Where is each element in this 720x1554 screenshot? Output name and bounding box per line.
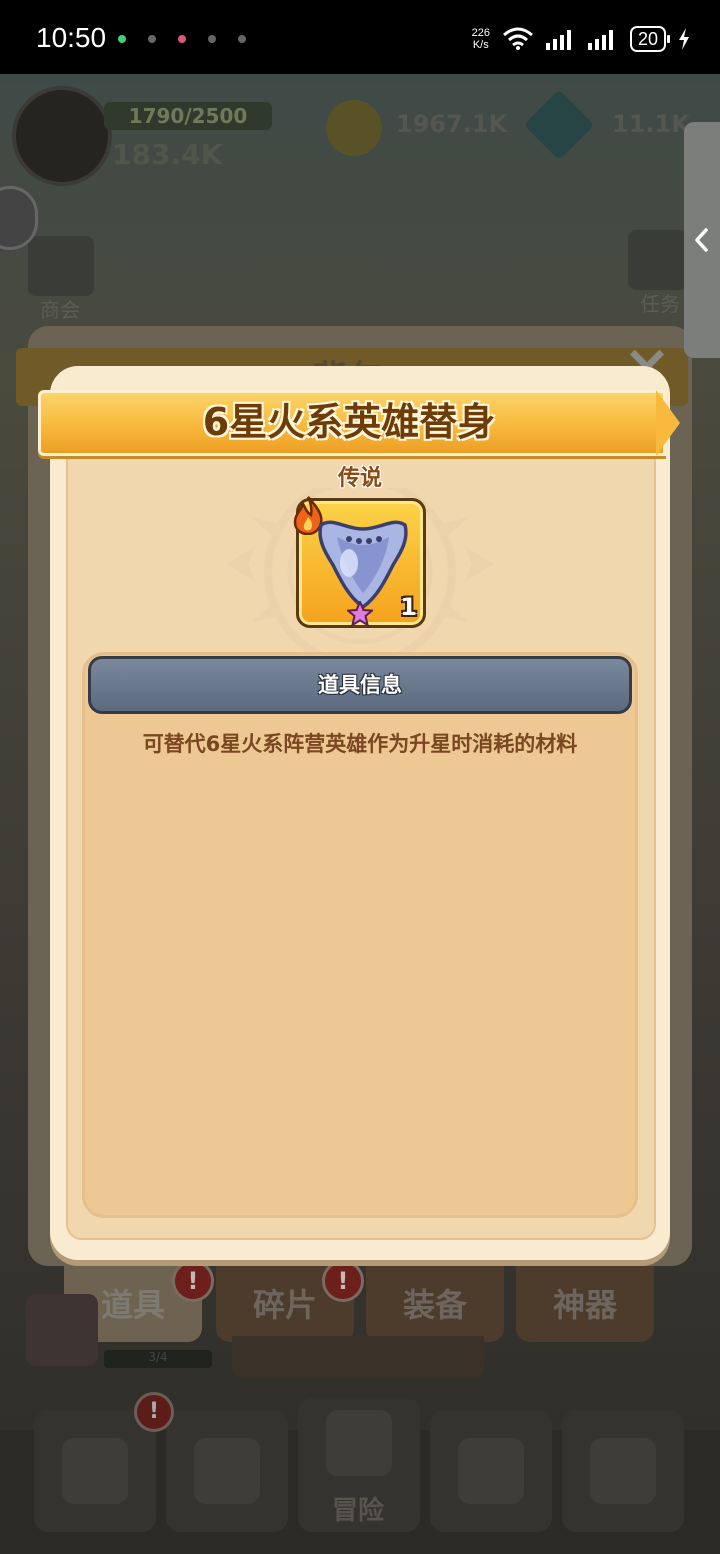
- signal-icon: [587, 30, 613, 50]
- bag-strip: [232, 1336, 484, 1378]
- notification-icons: [118, 35, 246, 43]
- tab-items-label: 道具: [100, 1286, 165, 1324]
- charging-icon: [679, 28, 689, 50]
- bag-item-slot[interactable]: [26, 1294, 98, 1366]
- network-speed-value: 226: [471, 27, 490, 39]
- status-indicators: 226 K/s 20: [472, 26, 690, 52]
- player-avatar[interactable]: [12, 86, 112, 186]
- signal-icon: [545, 30, 571, 50]
- power-value: 183.4K: [112, 138, 223, 171]
- network-speed-unit: K/s: [472, 39, 489, 51]
- coin-value: 1967.1K: [396, 110, 508, 138]
- tab-artifacts[interactable]: 神器: [516, 1266, 654, 1342]
- status-bar: 10:50 226 K/s 20: [0, 0, 720, 74]
- item-description: 可替代6星火系阵营英雄作为升星时消耗的材料: [142, 732, 578, 756]
- notification-dot-icon: [208, 35, 216, 43]
- tab-equipment[interactable]: 装备: [366, 1266, 504, 1342]
- gem-value: 11.1K: [612, 110, 690, 138]
- xp-bar: 1790/2500: [104, 102, 272, 130]
- battery-indicator: 20: [629, 26, 671, 52]
- side-panel-toggle[interactable]: [684, 122, 720, 358]
- alert-badge-icon: !: [134, 1392, 174, 1432]
- shop-label: 商会: [40, 298, 80, 322]
- notification-dot-icon: [148, 35, 156, 43]
- notification-dot-icon: [118, 35, 126, 43]
- wifi-icon: [502, 27, 533, 50]
- alert-badge-icon: !: [172, 1260, 214, 1302]
- tab-fragments-label: 碎片: [252, 1286, 317, 1324]
- coin-icon: [326, 100, 382, 156]
- nav-adventure-label: 冒险: [332, 1496, 385, 1526]
- shop-icon[interactable]: [28, 236, 94, 296]
- star-icon: [347, 601, 373, 627]
- bag-tabs: 道具 ! 碎片 ! 装备 神器: [64, 1260, 664, 1342]
- item-count: 1: [400, 593, 417, 621]
- item-info-header: 道具信息: [88, 656, 632, 714]
- network-speed: 226 K/s: [472, 27, 490, 51]
- helmet-icon: [194, 1438, 260, 1504]
- item-title: 6星火系英雄替身: [202, 400, 496, 444]
- status-time: 10:50: [36, 22, 107, 53]
- crossed-swords-icon: [326, 1410, 392, 1476]
- task-label: 任务: [640, 292, 680, 316]
- tab-equipment-label: 装备: [402, 1286, 467, 1324]
- alert-badge-icon: !: [322, 1260, 364, 1302]
- target-icon: [458, 1438, 524, 1504]
- notification-dot-icon: [238, 35, 246, 43]
- chevron-left-icon: [695, 228, 708, 252]
- bag-progress: 3/4: [104, 1350, 212, 1368]
- item-rarity: 传说: [337, 466, 382, 491]
- notification-dot-icon: [178, 35, 186, 43]
- hero-substitute-item-icon: [318, 520, 408, 610]
- modal-title-banner: 6星火系英雄替身: [38, 390, 682, 456]
- task-icon[interactable]: [628, 230, 688, 290]
- item-card: 1: [293, 496, 426, 628]
- shield-icon: [62, 1438, 128, 1504]
- trophy-icon: [590, 1438, 656, 1504]
- tab-artifacts-label: 神器: [552, 1286, 617, 1324]
